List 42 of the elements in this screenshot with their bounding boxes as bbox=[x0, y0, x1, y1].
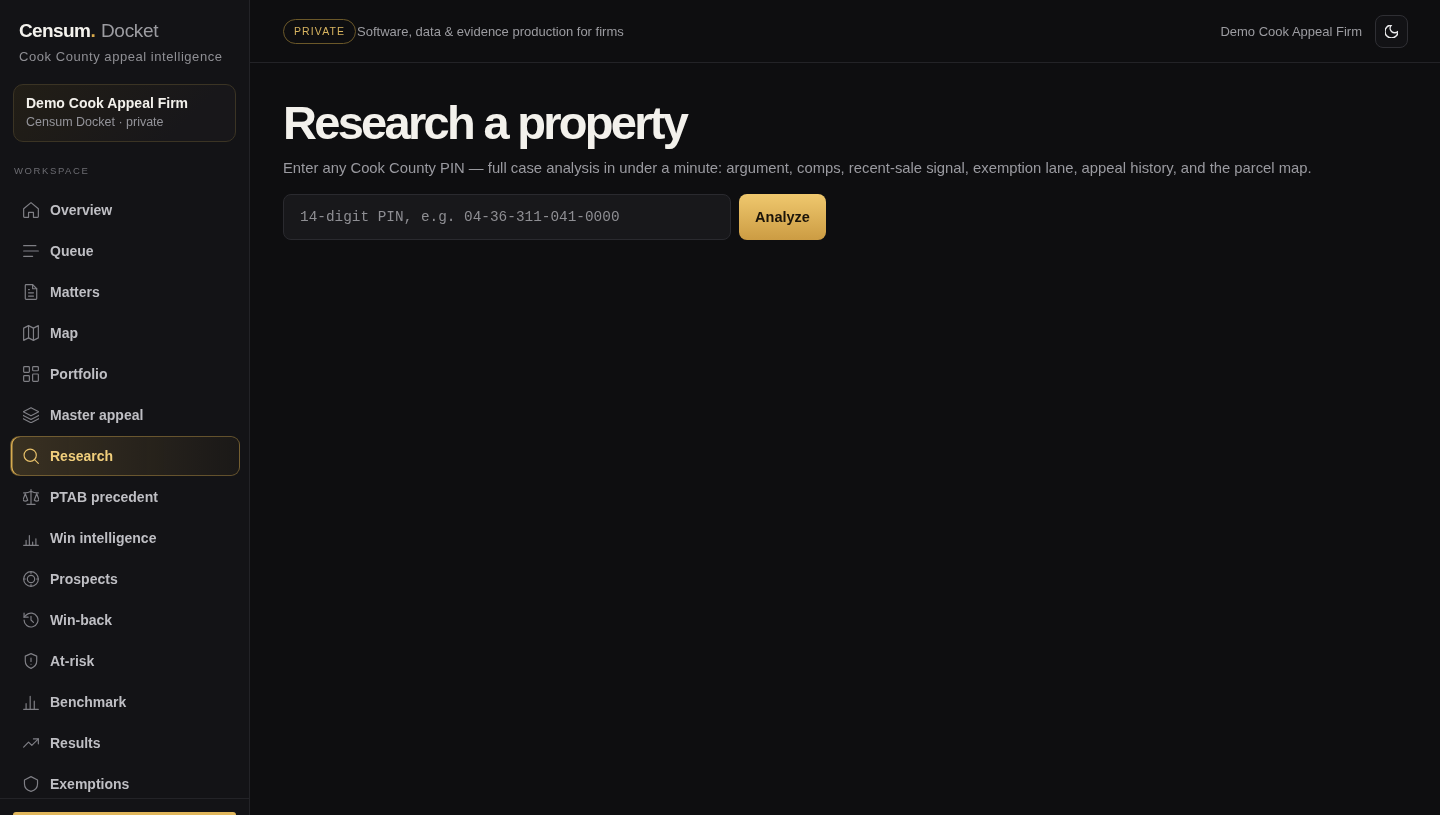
nav-item[interactable]: At-risk bbox=[10, 641, 240, 681]
nav-item[interactable]: Portfolio bbox=[10, 354, 240, 394]
pin-field[interactable]: 14-digit PIN, e.g. 04-36-311-041-0000 bbox=[283, 194, 731, 240]
app-tagline: Cook County appeal intelligence bbox=[19, 48, 223, 66]
trend-icon bbox=[23, 735, 39, 751]
moon-icon bbox=[1385, 24, 1398, 38]
nav-item[interactable]: Research bbox=[10, 436, 240, 476]
nav-item[interactable]: Master appeal bbox=[10, 395, 240, 435]
nav-item[interactable]: Map bbox=[10, 313, 240, 353]
document-icon bbox=[23, 284, 39, 300]
grid-icon bbox=[23, 366, 39, 382]
layers-icon bbox=[23, 407, 39, 423]
scale-icon bbox=[23, 489, 39, 505]
target-icon bbox=[23, 571, 39, 587]
brand-logo: Censum. Docket bbox=[19, 20, 159, 42]
firm-name: Demo Cook Appeal Firm bbox=[26, 94, 189, 112]
search-icon bbox=[23, 448, 39, 464]
shield-icon bbox=[23, 776, 39, 792]
header-tagline: Software, data & evidence production for firms bbox=[357, 23, 624, 39]
nav-item[interactable]: Win-back bbox=[10, 600, 240, 640]
analyze-button[interactable]: Analyze bbox=[739, 194, 826, 240]
section-label: WORKSPACE bbox=[14, 164, 90, 178]
shield-icon bbox=[23, 653, 39, 669]
nav-item[interactable]: Exemptions bbox=[10, 764, 240, 798]
nav-item[interactable]: PTAB precedent bbox=[10, 477, 240, 517]
page-title: Research a property bbox=[283, 95, 687, 150]
home-icon bbox=[23, 202, 39, 218]
nav-item[interactable]: Queue bbox=[10, 231, 240, 271]
nav-item[interactable]: Benchmark bbox=[10, 682, 240, 722]
nav-item[interactable]: Win intelligence bbox=[10, 518, 240, 558]
clock-icon bbox=[23, 612, 39, 628]
firm-detail: Censum Docket · private bbox=[26, 114, 164, 130]
map-icon bbox=[23, 325, 39, 341]
page-description: Enter any Cook County PIN — full case analysis in under a minute: argument, comps, recent-sale signal, exemption lane, appeal history, and the parcel map. bbox=[283, 159, 1313, 178]
bar-chart-icon bbox=[23, 694, 39, 710]
theme-toggle-button[interactable] bbox=[1375, 14, 1408, 48]
nav-item[interactable]: Results bbox=[10, 723, 240, 763]
nav-item[interactable]: Matters bbox=[10, 272, 240, 312]
account-name: Demo Cook Appeal Firm bbox=[1220, 23, 1362, 39]
lines-icon bbox=[23, 243, 39, 259]
nav-item[interactable]: Prospects bbox=[10, 559, 240, 599]
nav-item[interactable]: Overview bbox=[10, 190, 240, 230]
